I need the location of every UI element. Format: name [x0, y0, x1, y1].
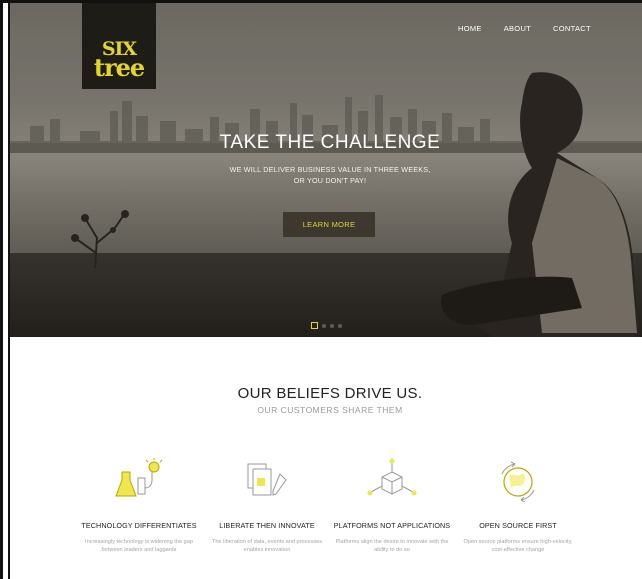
carousel-dot-1[interactable] — [311, 322, 318, 329]
documents-pen-icon — [247, 463, 287, 496]
feature-description: Increasingly technology is widening the … — [85, 539, 193, 553]
brand-logo[interactable]: SIX tree — [82, 3, 156, 89]
logo-text-bottom: tree — [93, 53, 145, 82]
carousel-dot-4[interactable] — [338, 323, 342, 328]
beliefs-title: OUR BELIEFS DRIVE US. — [237, 385, 423, 402]
main-nav: HOME ABOUT CONTACT — [458, 24, 591, 33]
hero-subtitle-line2: OR YOU DON'T PAY! — [293, 176, 367, 185]
carousel-dots — [311, 322, 342, 329]
nav-home[interactable]: HOME — [458, 24, 482, 33]
feature-title: OPEN SOURCE FIRST — [479, 521, 557, 530]
carousel-dot-2[interactable] — [322, 323, 326, 328]
hero-title: TAKE THE CHALLENGE — [219, 132, 441, 153]
feature-description: The liberation of data, events and proce… — [211, 539, 323, 553]
carousel-dot-3[interactable] — [330, 323, 334, 328]
hero-subtitle-line1: WE WILL DELIVER BUSINESS VALUE IN THREE … — [229, 165, 431, 174]
nav-about[interactable]: ABOUT — [504, 24, 531, 33]
flask-bulb-icon — [115, 458, 163, 497]
window-frame-left — [0, 0, 3, 579]
globe-arrows-icon — [501, 461, 535, 502]
cube-network-icon — [367, 458, 417, 496]
nav-contact[interactable]: CONTACT — [553, 24, 591, 33]
feature-description: Open source platforms ensure high-veloci… — [463, 539, 573, 553]
feature-description: Platforms align the desire to innovate w… — [335, 539, 449, 553]
hero-subtitle: WE WILL DELIVER BUSINESS VALUE IN THREE … — [0, 164, 642, 186]
learn-more-button[interactable]: LEARN MORE — [283, 212, 375, 237]
beliefs-subtitle: OUR CUSTOMERS SHARE THEM — [257, 405, 403, 415]
